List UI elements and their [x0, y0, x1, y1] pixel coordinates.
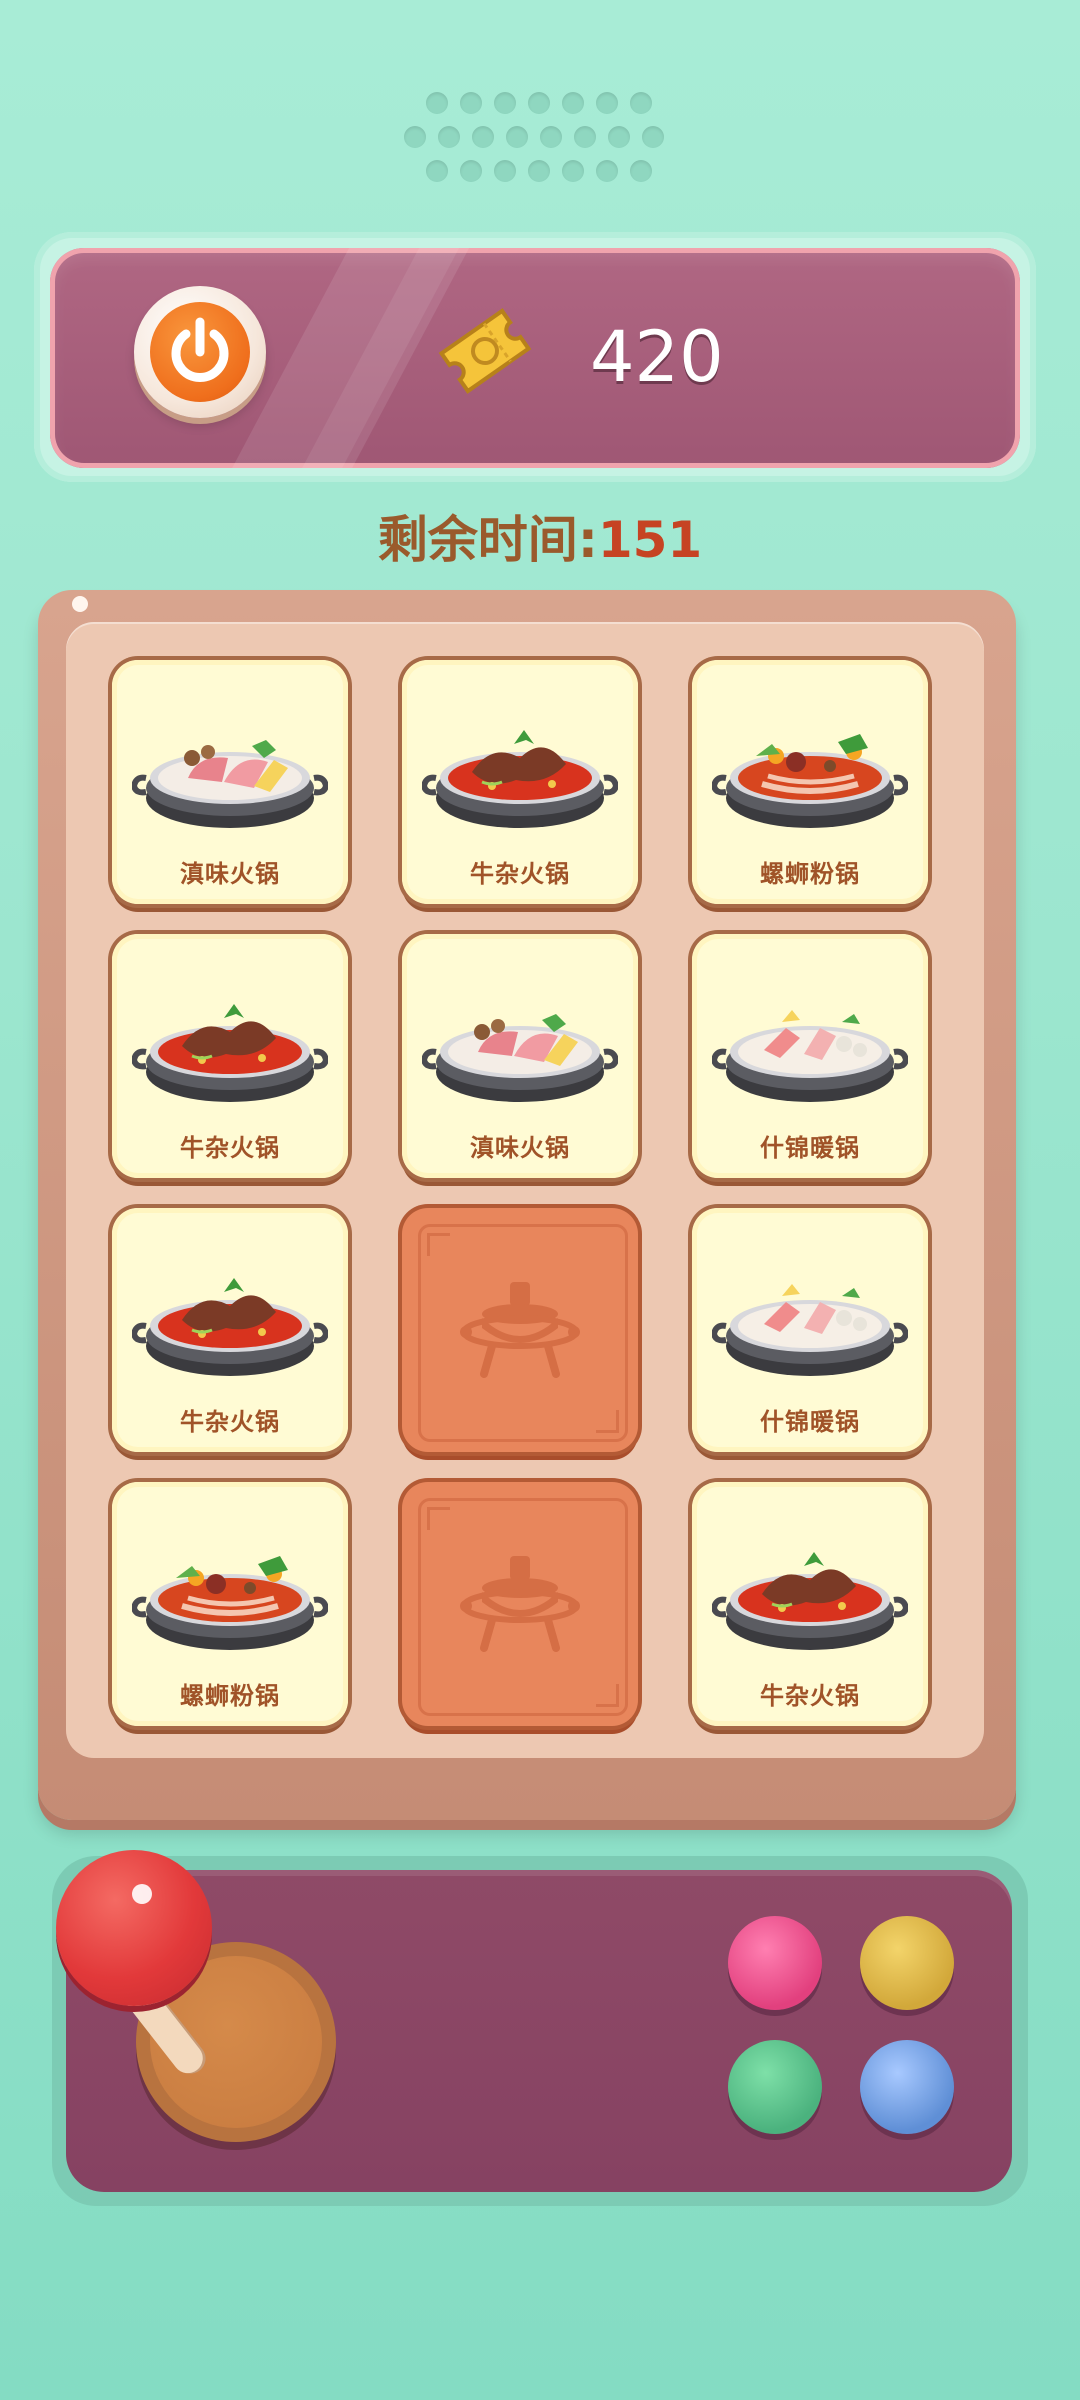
card-dianwei[interactable]: 滇味火锅: [402, 934, 638, 1178]
card-luosifen[interactable]: 螺蛳粉锅: [692, 660, 928, 904]
green-button[interactable]: [728, 2040, 822, 2134]
hotpot-dish-icon: [710, 1508, 910, 1658]
hotpot-dish-icon: [420, 960, 620, 1110]
power-symbol-icon: [171, 317, 229, 382]
card-label: 什锦暖锅: [760, 1134, 860, 1162]
coin-count: 420: [590, 316, 724, 398]
timer-separator: :: [577, 511, 598, 569]
hotpot-dish-icon: [130, 960, 330, 1110]
remaining-time: 剩余时间:151: [0, 500, 1080, 572]
card-label: 牛杂火锅: [180, 1408, 280, 1436]
card-label: 滇味火锅: [470, 1134, 570, 1162]
pink-button[interactable]: [728, 1916, 822, 2010]
card-grid: 滇味火锅 牛杂火锅 螺蛳粉锅 牛杂火锅 滇味火锅 什锦暖锅 牛杂火锅 什锦暖锅 …: [66, 622, 984, 1758]
hotpot-dish-icon: [420, 686, 620, 836]
card-label: 螺蛳粉锅: [180, 1682, 280, 1710]
blue-button[interactable]: [860, 2040, 954, 2134]
board-indicator: [72, 596, 88, 612]
yellow-button[interactable]: [860, 1916, 954, 2010]
hotpot-dish-icon: [130, 1234, 330, 1384]
card-shijin[interactable]: 什锦暖锅: [692, 1208, 928, 1452]
card-label: 牛杂火锅: [180, 1134, 280, 1162]
card-label: 滇味火锅: [180, 860, 280, 888]
card-label: 牛杂火锅: [760, 1682, 860, 1710]
power-button[interactable]: [134, 286, 266, 418]
card-face-down[interactable]: [402, 1482, 638, 1726]
hotpot-dish-icon: [710, 686, 910, 836]
card-label: 螺蛳粉锅: [760, 860, 860, 888]
timer-label: 剩余时间: [377, 511, 578, 569]
card-label: 什锦暖锅: [760, 1408, 860, 1436]
card-dianwei[interactable]: 滇味火锅: [112, 660, 348, 904]
card-luosifen[interactable]: 螺蛳粉锅: [112, 1482, 348, 1726]
card-shijin[interactable]: 什锦暖锅: [692, 934, 928, 1178]
timer-value: 151: [597, 511, 703, 569]
hotpot-dish-icon: [710, 960, 910, 1110]
joystick-knob[interactable]: [56, 1850, 212, 2006]
card-label: 牛杂火锅: [470, 860, 570, 888]
hotpot-dish-icon: [710, 1234, 910, 1384]
hotpot-emblem-icon: [460, 1548, 580, 1662]
card-face-down[interactable]: [402, 1208, 638, 1452]
hotpot-dish-icon: [130, 1508, 330, 1658]
card-niuza[interactable]: 牛杂火锅: [402, 660, 638, 904]
hotpot-emblem-icon: [460, 1274, 580, 1388]
ticket-icon: [430, 296, 540, 406]
speaker-grille: [400, 92, 680, 192]
card-niuza[interactable]: 牛杂火锅: [692, 1482, 928, 1726]
card-niuza[interactable]: 牛杂火锅: [112, 1208, 348, 1452]
hotpot-dish-icon: [130, 686, 330, 836]
card-niuza[interactable]: 牛杂火锅: [112, 934, 348, 1178]
